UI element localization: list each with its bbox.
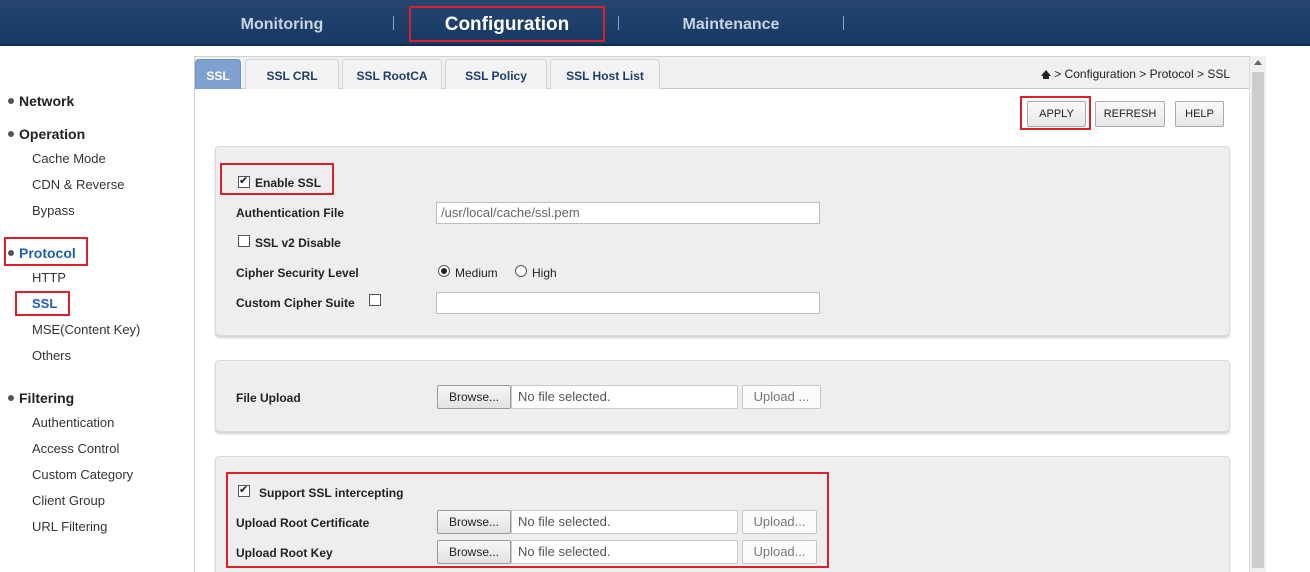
tab-ssl-rootca[interactable]: SSL RootCA	[342, 59, 442, 89]
file-upload-label: File Upload	[236, 391, 301, 405]
sidebar-section-operation[interactable]: Operation	[8, 126, 85, 142]
enable-ssl-checkbox[interactable]	[238, 174, 250, 188]
apply-button[interactable]: APPLY	[1027, 101, 1086, 127]
tab-ssl-crl[interactable]: SSL CRL	[245, 59, 339, 89]
sidebar-item-ssl[interactable]: SSL	[32, 296, 57, 311]
ssl-v2-disable-checkbox[interactable]	[238, 235, 250, 247]
cipher-medium-label: Medium	[455, 266, 498, 280]
sidebar-item-authentication[interactable]: Authentication	[32, 415, 114, 430]
nav-configuration[interactable]: Configuration	[412, 0, 602, 46]
bullet-icon	[8, 250, 14, 257]
ssl-intercept-panel: Support SSL intercepting Upload Root Cer…	[215, 456, 1230, 572]
nav-separator	[843, 16, 844, 30]
sidebar-item-url-filtering[interactable]: URL Filtering	[32, 519, 107, 534]
root-key-browse-button[interactable]: Browse...	[437, 540, 511, 564]
breadcrumb: > Configuration > Protocol > SSL	[1040, 67, 1230, 81]
main-panel: SSL SSL CRL SSL RootCA SSL Policy SSL Ho…	[194, 56, 1250, 572]
file-upload-status: No file selected.	[511, 385, 738, 409]
tab-ssl[interactable]: SSL	[195, 59, 241, 89]
nav-separator	[393, 16, 394, 30]
root-key-status: No file selected.	[511, 540, 738, 564]
nav-maintenance[interactable]: Maintenance	[664, 0, 798, 46]
root-cert-label: Upload Root Certificate	[236, 516, 370, 530]
sidebar-item-client-group[interactable]: Client Group	[32, 493, 105, 508]
tab-ssl-policy[interactable]: SSL Policy	[445, 59, 547, 89]
auth-file-label: Authentication File	[236, 206, 344, 220]
bullet-icon	[8, 131, 14, 138]
bullet-icon	[8, 395, 14, 402]
file-upload-button[interactable]: Upload ...	[742, 385, 821, 409]
file-upload-browse-button[interactable]: Browse...	[437, 385, 511, 409]
root-cert-browse-button[interactable]: Browse...	[437, 510, 511, 534]
scrollbar-thumb[interactable]	[1252, 72, 1264, 568]
bullet-icon	[8, 98, 14, 105]
sidebar-item-cache-mode[interactable]: Cache Mode	[32, 151, 106, 166]
auth-file-input[interactable]: /usr/local/cache/ssl.pem	[436, 202, 820, 224]
custom-cipher-label: Custom Cipher Suite	[236, 296, 355, 310]
support-intercept-label: Support SSL intercepting	[259, 486, 404, 500]
sidebar-item-custom-category[interactable]: Custom Category	[32, 467, 133, 482]
sidebar-section-network[interactable]: Network	[8, 93, 74, 109]
scroll-up-arrow-icon[interactable]	[1254, 60, 1262, 65]
cipher-high-radio[interactable]	[515, 265, 527, 277]
cipher-level-label: Cipher Security Level	[236, 266, 359, 280]
root-key-label: Upload Root Key	[236, 546, 333, 560]
sidebar-item-access-control[interactable]: Access Control	[32, 441, 119, 456]
top-nav-bar: Monitoring Configuration Maintenance	[0, 0, 1310, 46]
support-intercept-checkbox[interactable]	[238, 483, 250, 497]
cipher-high-label: High	[532, 266, 557, 280]
custom-cipher-checkbox[interactable]	[369, 294, 381, 306]
nav-separator	[618, 16, 619, 30]
sidebar-item-mse[interactable]: MSE(Content Key)	[32, 322, 140, 337]
enable-ssl-label: Enable SSL	[255, 176, 322, 190]
sidebar-item-http[interactable]: HTTP	[32, 270, 66, 285]
sidebar-section-filtering[interactable]: Filtering	[8, 390, 74, 406]
nav-monitoring[interactable]: Monitoring	[226, 0, 338, 46]
ssl-settings-panel: Enable SSL Authentication File /usr/loca…	[215, 146, 1230, 336]
tab-ssl-host-list[interactable]: SSL Host List	[550, 59, 660, 89]
refresh-button[interactable]: REFRESH	[1095, 101, 1165, 127]
sidebar-section-protocol[interactable]: Protocol	[8, 245, 76, 261]
sidebar-item-bypass[interactable]: Bypass	[32, 203, 75, 218]
root-cert-status: No file selected.	[511, 510, 738, 534]
help-button[interactable]: HELP	[1175, 101, 1224, 127]
root-cert-upload-button[interactable]: Upload...	[742, 510, 817, 534]
custom-cipher-input[interactable]	[436, 292, 820, 314]
vertical-scrollbar[interactable]	[1249, 56, 1266, 572]
sidebar-item-cdn-reverse[interactable]: CDN & Reverse	[32, 177, 124, 192]
tab-bar: SSL SSL CRL SSL RootCA SSL Policy SSL Ho…	[195, 57, 1250, 89]
cipher-medium-radio[interactable]	[438, 265, 450, 277]
ssl-v2-disable-label: SSL v2 Disable	[255, 236, 341, 250]
sidebar-item-others[interactable]: Others	[32, 348, 71, 363]
root-key-upload-button[interactable]: Upload...	[742, 540, 817, 564]
file-upload-panel: File Upload Browse... No file selected. …	[215, 360, 1230, 432]
